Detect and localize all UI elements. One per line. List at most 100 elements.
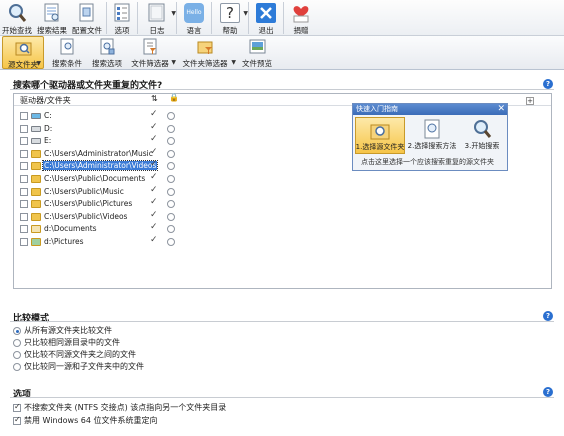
- donate-button[interactable]: 捐赠: [286, 0, 316, 36]
- compare-mode-label[interactable]: 仅比较不同源文件夹之间的文件: [24, 349, 136, 360]
- recursive-check-icon[interactable]: ✓: [150, 109, 158, 119]
- recursive-check-icon[interactable]: ✓: [150, 122, 158, 132]
- close-icon[interactable]: ✕: [497, 104, 505, 115]
- log-button[interactable]: 日志 ▼: [140, 0, 176, 36]
- options-button[interactable]: 选项: [109, 0, 135, 36]
- protect-radio[interactable]: [167, 112, 175, 120]
- table-row[interactable]: C:\Users\Public\Music ✓: [14, 185, 551, 198]
- file-filter-label: 文件筛选器: [131, 59, 169, 68]
- recursive-check-icon[interactable]: ✓: [150, 159, 158, 169]
- quickstart-step-1-label: 1.选择源文件夹: [355, 143, 405, 151]
- compare-mode-radio[interactable]: [13, 327, 21, 335]
- row-checkbox[interactable]: [20, 137, 28, 146]
- chevron-down-icon[interactable]: ▼: [171, 59, 176, 66]
- row-checkbox[interactable]: [20, 162, 28, 171]
- exit-button[interactable]: 退出: [251, 0, 281, 36]
- tab-search-options[interactable]: 搜索选项: [88, 36, 126, 69]
- row-checkbox[interactable]: [20, 187, 28, 196]
- search-results-button[interactable]: 搜索结果: [34, 0, 70, 36]
- recursive-check-icon[interactable]: ✓: [150, 147, 158, 157]
- row-checkbox[interactable]: [20, 149, 28, 158]
- tab-search-criteria[interactable]: 搜索条件: [48, 36, 86, 69]
- protect-radio[interactable]: [167, 124, 175, 133]
- row-checkbox[interactable]: [20, 238, 28, 246]
- recursive-check-icon[interactable]: ✓: [150, 172, 158, 182]
- option-checkbox[interactable]: [13, 415, 21, 425]
- recursive-check-icon[interactable]: ✓: [150, 210, 158, 220]
- compare-mode-label[interactable]: 仅比较同一源和子文件夹中的文件: [24, 361, 144, 372]
- compare-mode-label[interactable]: 只比较相同源目录中的文件: [24, 337, 120, 348]
- recursive-check-icon[interactable]: ✓: [150, 197, 158, 207]
- row-checkbox[interactable]: [20, 212, 28, 221]
- folder-icon: [31, 175, 41, 183]
- toolbar-separator: [211, 2, 212, 34]
- option-label[interactable]: 不搜索文件夹 (NTFS 交接点) 该点指向另一个文件夹目录: [24, 402, 226, 413]
- protect-radio[interactable]: [167, 200, 175, 209]
- protect-radio[interactable]: [167, 187, 175, 196]
- exit-icon: [256, 3, 276, 23]
- add-folder-button[interactable]: +: [526, 97, 534, 105]
- toolbar-separator: [283, 2, 284, 34]
- help-button[interactable]: ? 帮助 ▼: [214, 0, 248, 36]
- option-checkbox[interactable]: [13, 402, 21, 412]
- table-row[interactable]: d:\Pictures ✓: [14, 235, 551, 248]
- divider: [10, 89, 554, 90]
- results-document-icon: [42, 3, 62, 23]
- quickstart-step-3[interactable]: 3.开始搜索: [457, 117, 507, 154]
- language-label: 语言: [186, 26, 202, 35]
- row-checkbox[interactable]: [20, 112, 28, 120]
- compare-mode-radio[interactable]: [13, 339, 21, 347]
- recursive-check-icon[interactable]: ✓: [150, 222, 158, 232]
- recursive-check-icon[interactable]: ✓: [150, 185, 158, 195]
- row-checkbox[interactable]: [20, 200, 28, 209]
- tab-source-folder[interactable]: 源文件夹 ▼: [2, 36, 44, 69]
- start-search-button[interactable]: 开始查找: [0, 0, 34, 36]
- tab-folder-filter[interactable]: 文件夹筛选器 ▼: [178, 36, 236, 69]
- table-row[interactable]: C:\Users\Public\Pictures ✓: [14, 197, 551, 210]
- compare-mode-label[interactable]: 从所有源文件夹比较文件: [24, 325, 112, 336]
- table-row[interactable]: C:\Users\Public\Videos ✓: [14, 210, 551, 223]
- protect-radio[interactable]: [167, 137, 175, 146]
- chevron-down-icon[interactable]: ▼: [171, 10, 176, 17]
- language-button[interactable]: Hello 语言: [179, 0, 209, 36]
- file-preview-label: 文件预览: [242, 59, 272, 68]
- column-header-name: 驱动器/文件夹: [20, 96, 71, 105]
- help-icon[interactable]: ?: [543, 79, 553, 89]
- row-label: d:\Pictures: [44, 237, 84, 246]
- recursive-check-icon[interactable]: ✓: [150, 134, 158, 144]
- table-row[interactable]: C:\Users\Public\Documents ✓: [14, 172, 551, 185]
- tab-file-preview[interactable]: 文件预览: [238, 36, 276, 69]
- recursive-check-icon[interactable]: ✓: [150, 235, 158, 245]
- protect-radio[interactable]: [167, 162, 175, 171]
- row-checkbox[interactable]: [20, 175, 28, 183]
- quickstart-step-2[interactable]: 2.选择搜索方法: [407, 117, 457, 154]
- tab-file-filter[interactable]: 文件筛选器 ▼: [128, 36, 176, 69]
- compare-mode-radio[interactable]: [13, 363, 21, 371]
- protect-radio[interactable]: [167, 238, 175, 246]
- protect-radio[interactable]: [167, 225, 175, 234]
- folder-icon: [31, 238, 41, 246]
- protect-radio[interactable]: [167, 149, 175, 158]
- folder-icon: [31, 187, 41, 196]
- row-checkbox[interactable]: [20, 124, 28, 133]
- quickstart-step-2-label: 2.选择搜索方法: [407, 142, 457, 150]
- chevron-down-icon[interactable]: ▼: [243, 10, 248, 17]
- profile-label: 配置文件: [72, 26, 102, 35]
- language-icon: Hello: [184, 3, 204, 23]
- help-icon[interactable]: ?: [543, 311, 553, 321]
- compare-mode-radio[interactable]: [13, 351, 21, 359]
- table-row[interactable]: d:\Documents ✓: [14, 222, 551, 235]
- protect-radio[interactable]: [167, 212, 175, 221]
- source-folder-label: 源文件夹: [8, 60, 38, 69]
- quickstart-step-1[interactable]: 1.选择源文件夹: [355, 117, 405, 154]
- divider: [10, 397, 554, 398]
- row-checkbox[interactable]: [20, 225, 28, 234]
- chevron-down-icon[interactable]: ▼: [36, 60, 41, 67]
- lock-column-icon: 🔒: [169, 93, 179, 102]
- chevron-down-icon[interactable]: ▼: [231, 59, 236, 66]
- option-label[interactable]: 禁用 Windows 64 位文件系统重定向: [24, 415, 158, 426]
- profile-button[interactable]: 配置文件: [70, 0, 104, 36]
- options-label: 选项: [114, 26, 130, 35]
- help-icon[interactable]: ?: [543, 387, 553, 397]
- protect-radio[interactable]: [167, 175, 175, 183]
